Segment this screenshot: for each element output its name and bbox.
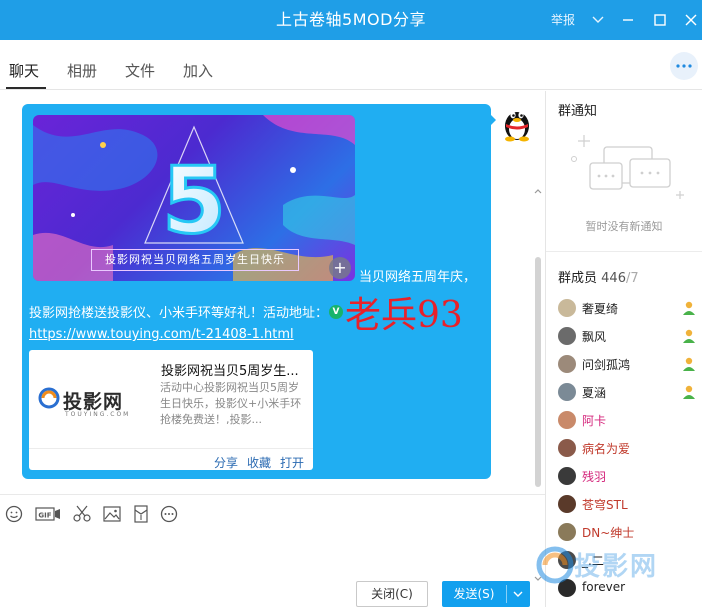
member-name: 奢夏绮	[582, 302, 619, 316]
emoji-icon[interactable]	[5, 505, 23, 523]
watermark-text: 投影网	[574, 552, 659, 582]
member-count: 446/7	[601, 271, 639, 286]
logo-subtext: TOUYING.COM	[65, 411, 131, 418]
admin-user-icon	[683, 301, 695, 315]
member-name: 残羽	[582, 470, 607, 484]
card-description: 活动中心投影网祝当贝5周岁生日快乐，投影仪+小米手环抢楼免费送！,投影...	[160, 381, 302, 426]
message-text-line2: 投影网抢楼送投影仪、小米手环等好礼！活动地址：	[29, 306, 329, 321]
member-name: DN~绅士	[582, 526, 635, 540]
verified-icon: V	[329, 305, 343, 319]
more-tools-icon[interactable]	[160, 505, 178, 523]
screenshot-scissors-icon[interactable]	[72, 505, 92, 523]
member-name: 问剑孤鸿	[582, 358, 631, 372]
send-button[interactable]: 发送(S)	[442, 581, 530, 607]
message-text-line1: 当贝网络五周年庆，	[359, 270, 477, 285]
member-avatar[interactable]	[558, 327, 576, 345]
card-open-button[interactable]: 打开	[280, 454, 304, 471]
member-item[interactable]: 残羽	[558, 466, 698, 488]
svg-text:GIF: GIF	[38, 512, 51, 520]
members-heading[interactable]: 群成员 446/7	[558, 267, 639, 286]
title-bar: 上古卷轴5MOD分享 举报	[0, 0, 702, 40]
member-item[interactable]: 阿卡	[558, 410, 698, 432]
send-options-chevron-icon[interactable]	[512, 588, 524, 602]
panel-divider	[546, 251, 702, 252]
member-avatar[interactable]	[558, 355, 576, 373]
chevron-down-icon[interactable]	[586, 8, 610, 32]
bubble-tail	[489, 113, 496, 127]
input-toolbar: GIF	[0, 494, 545, 534]
zoom-image-icon[interactable]: +	[329, 257, 351, 279]
member-avatar[interactable]	[558, 467, 576, 485]
touying-logo: 投影网 TOUYING.COM	[33, 358, 149, 438]
member-avatar[interactable]	[558, 299, 576, 317]
close-icon[interactable]	[679, 8, 702, 32]
member-name: 阿卡	[582, 414, 607, 428]
chat-history[interactable]: 5 投影网祝当贝网络五周岁生日快乐 + 当贝网络五周年庆， 投影网抢楼送投影仪、…	[0, 91, 545, 581]
card-favorite-button[interactable]: 收藏	[247, 454, 271, 471]
member-name: 夏涵	[582, 386, 607, 400]
link-preview-card[interactable]: 投影网 TOUYING.COM 投影网祝当贝5周岁生... 活动中心投影网祝当贝…	[29, 350, 313, 470]
member-item[interactable]: 奢夏绮	[558, 298, 698, 320]
member-avatar[interactable]	[558, 383, 576, 401]
member-item[interactable]: DN~绅士	[558, 522, 698, 544]
member-avatar[interactable]	[558, 411, 576, 429]
admin-user-icon	[683, 329, 695, 343]
report-button[interactable]: 举报	[551, 11, 575, 28]
member-item[interactable]: 病名为爱	[558, 438, 698, 460]
chat-scrollbar-thumb[interactable]	[535, 257, 541, 487]
card-divider	[29, 448, 313, 449]
member-avatar[interactable]	[558, 439, 576, 457]
message-input[interactable]	[0, 534, 545, 580]
member-avatar[interactable]	[558, 523, 576, 541]
member-name: 病名为爱	[582, 442, 631, 456]
active-tab-indicator	[6, 87, 46, 89]
image-icon[interactable]	[103, 505, 121, 523]
qq-penguin-icon	[505, 111, 529, 142]
logo-text: 投影网	[63, 391, 124, 413]
member-name: 飘风	[582, 330, 607, 344]
card-share-button[interactable]: 分享	[214, 454, 238, 471]
admin-user-icon	[683, 385, 695, 399]
svg-text:5: 5	[162, 147, 226, 254]
tab-join[interactable]: 加入	[183, 60, 213, 81]
member-avatar[interactable]	[558, 495, 576, 513]
red-packet-icon[interactable]	[133, 505, 149, 523]
minimize-icon[interactable]	[616, 8, 640, 32]
more-dots-icon	[676, 64, 692, 68]
scroll-up-icon	[534, 189, 542, 194]
banner-image[interactable]: 5 投影网祝当贝网络五周岁生日快乐 +	[33, 115, 355, 281]
card-title: 投影网祝当贝5周岁生...	[161, 364, 299, 379]
close-button[interactable]: 关闭(C)	[356, 581, 428, 607]
notice-heading[interactable]: 群通知	[558, 100, 597, 119]
member-item[interactable]: 问剑孤鸿	[558, 354, 698, 376]
empty-notice-illustration	[571, 135, 684, 199]
group-side-panel: 群通知 暂时没有新通知 群成员 446/7 奢夏绮飘风问剑孤鸿夏涵阿卡病名为爱残…	[545, 91, 702, 607]
notice-empty-text: 暂时没有新通知	[585, 220, 663, 233]
tab-chat[interactable]: 聊天	[9, 60, 39, 81]
tab-files[interactable]: 文件	[125, 60, 155, 81]
overlay-name-text: 老兵93	[345, 295, 463, 336]
tab-bar: 聊天 相册 文件 加入	[0, 40, 702, 90]
sender-avatar[interactable]	[500, 102, 534, 142]
tab-album[interactable]: 相册	[67, 60, 97, 81]
admin-user-icon	[683, 357, 695, 371]
banner-caption: 投影网祝当贝网络五周岁生日快乐	[91, 249, 299, 271]
member-item[interactable]: 飘风	[558, 326, 698, 348]
send-button-label: 发送(S)	[453, 587, 495, 601]
member-name: 苍穹STL	[582, 498, 628, 512]
gif-icon[interactable]: GIF	[35, 505, 61, 523]
maximize-icon[interactable]	[648, 8, 672, 32]
more-options-button[interactable]	[670, 52, 698, 80]
member-item[interactable]: 苍穹STL	[558, 494, 698, 516]
activity-link[interactable]: https://www.touying.com/t-21408-1.html	[29, 327, 294, 342]
member-item[interactable]: 夏涵	[558, 382, 698, 404]
send-button-divider	[506, 585, 507, 603]
members-heading-label: 群成员	[558, 271, 598, 286]
